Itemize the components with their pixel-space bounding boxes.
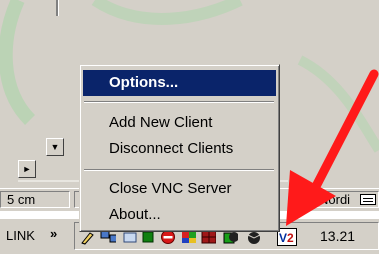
vnc-context-menu: Options... Add New Client Disconnect Cli… <box>79 64 280 232</box>
menu-separator <box>84 169 274 171</box>
menu-item-about[interactable]: About... <box>83 202 276 228</box>
menu-item-disconnect-clients[interactable]: Disconnect Clients <box>83 136 276 162</box>
keyboard-icon <box>360 194 376 205</box>
taskbar-chevron-button[interactable]: » <box>50 226 57 241</box>
screenshot-root: ▼ ► 5 cm Nordi LINK » V 2 13.21 Options.… <box>0 0 379 254</box>
menu-item-add-new-client[interactable]: Add New Client <box>83 110 276 136</box>
arrow-down-icon: ▼ <box>50 142 60 152</box>
taskbar-clock[interactable]: 13.21 <box>320 228 355 244</box>
scroll-right-button[interactable]: ► <box>18 160 36 178</box>
menu-item-options[interactable]: Options... <box>83 70 276 96</box>
status-measure: 5 cm <box>0 191 70 208</box>
window-divider <box>56 0 59 16</box>
status-language-label: Nordi <box>319 192 351 207</box>
vnc-icon[interactable]: V 2 <box>277 228 297 246</box>
scroll-down-button[interactable]: ▼ <box>46 138 64 156</box>
svg-text:V: V <box>279 231 287 245</box>
arrow-right-icon: ► <box>22 164 32 174</box>
menu-item-close-vnc-server[interactable]: Close VNC Server <box>83 176 276 202</box>
menu-separator <box>84 101 274 103</box>
taskbar-link-label[interactable]: LINK <box>6 228 35 243</box>
svg-text:2: 2 <box>287 231 294 245</box>
